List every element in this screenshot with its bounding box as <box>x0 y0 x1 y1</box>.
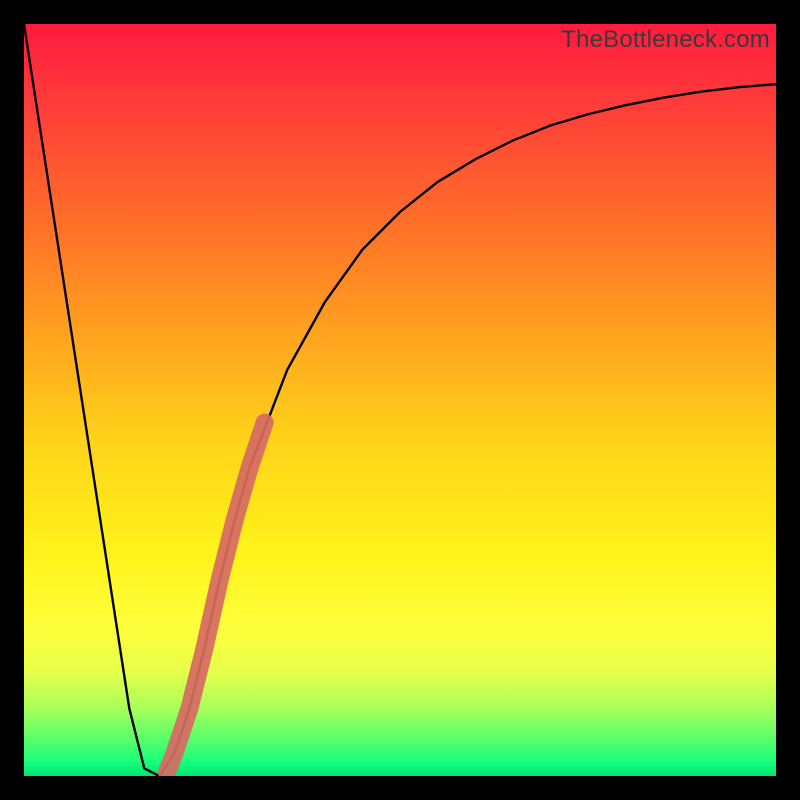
highlighted-range <box>167 423 265 773</box>
chart-frame: TheBottleneck.com <box>0 0 800 800</box>
curve-layer <box>24 24 776 776</box>
bottleneck-curve <box>24 24 776 776</box>
plot-area: TheBottleneck.com <box>24 24 776 776</box>
